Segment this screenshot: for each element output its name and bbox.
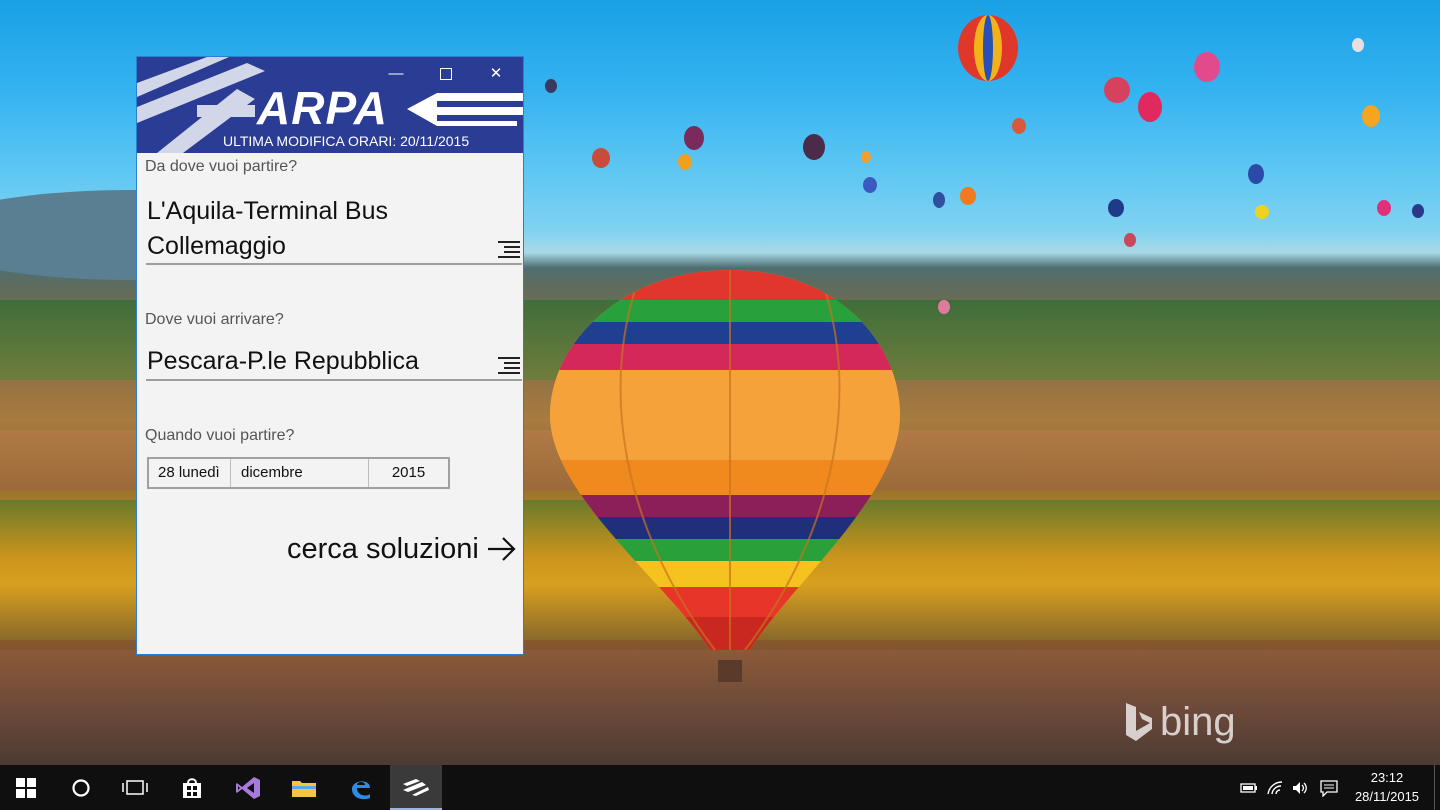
from-underline — [146, 263, 522, 265]
bing-watermark: bing — [1122, 700, 1236, 745]
file-explorer-icon — [292, 780, 316, 797]
volume-icon[interactable] — [1291, 780, 1309, 796]
search-solutions-button[interactable]: cerca soluzioni — [287, 529, 519, 569]
task-view-icon — [122, 779, 148, 795]
task-view-button[interactable] — [111, 765, 159, 810]
arpa-app-window: ARPA — ✕ ULTIMA MODIFICA ORARI: 20/11/20… — [136, 56, 524, 655]
windows-logo-icon — [16, 777, 36, 798]
to-list-icon[interactable] — [498, 357, 520, 374]
start-button[interactable] — [2, 765, 50, 810]
wifi-icon[interactable] — [1266, 780, 1284, 796]
edge-button[interactable] — [337, 765, 385, 810]
bing-text: bing — [1160, 700, 1236, 744]
from-value-line1: L'Aquila-Terminal Bus — [147, 197, 388, 225]
battery-plugged-icon[interactable] — [1238, 781, 1258, 795]
large-balloon — [550, 270, 900, 682]
date-day[interactable]: 28 lunedì — [149, 459, 231, 487]
minimize-icon: — — [388, 65, 404, 82]
to-field[interactable]: Pescara-P.le Repubblica — [137, 344, 523, 384]
arrow-right-icon — [487, 537, 516, 561]
bing-logo-icon — [1126, 702, 1152, 741]
maximize-icon — [440, 68, 452, 81]
maximize-button[interactable] — [423, 63, 469, 85]
date-label: Quando vuoi partire? — [145, 427, 295, 444]
action-center-icon[interactable] — [1319, 779, 1339, 797]
arpa-app-taskbar-button[interactable] — [390, 765, 442, 810]
from-value-line2: Collemaggio — [147, 232, 286, 260]
date-month[interactable]: dicembre — [231, 459, 369, 487]
visual-studio-button[interactable] — [224, 765, 272, 810]
search-solutions-label: cerca soluzioni — [287, 532, 479, 565]
schedule-update-banner: ULTIMA MODIFICA ORARI: 20/11/2015 — [223, 133, 470, 149]
store-button[interactable] — [168, 765, 216, 810]
from-label: Da dove vuoi partire? — [145, 158, 298, 175]
edge-icon — [352, 780, 370, 799]
to-underline — [146, 379, 522, 381]
from-field[interactable]: L'Aquila-Terminal Bus Collemaggio — [137, 191, 523, 267]
arpa-logo-text: ARPA — [257, 82, 388, 134]
minimize-button[interactable]: — — [373, 63, 419, 85]
cortana-icon — [72, 778, 90, 797]
taskbar: 23:12 28/11/2015 — [0, 765, 1440, 810]
clock-date[interactable]: 28/11/2015 — [1350, 789, 1424, 804]
app-header: ARPA — ✕ ULTIMA MODIFICA ORARI: 20/11/20… — [137, 57, 523, 153]
arpa-app-icon — [403, 778, 429, 796]
file-explorer-button[interactable] — [280, 765, 328, 810]
to-label: Dove vuoi arrivare? — [145, 311, 284, 328]
store-icon — [183, 777, 201, 798]
cortana-button[interactable] — [57, 765, 105, 810]
to-value: Pescara-P.le Repubblica — [147, 347, 419, 375]
date-picker[interactable]: 28 lunedì dicembre 2015 — [147, 457, 450, 489]
show-desktop-button[interactable] — [1434, 765, 1440, 810]
date-year[interactable]: 2015 — [369, 459, 448, 487]
clock-time[interactable]: 23:12 — [1350, 770, 1424, 785]
close-button[interactable]: ✕ — [473, 63, 519, 85]
close-icon: ✕ — [489, 65, 503, 82]
visual-studio-icon — [236, 776, 260, 799]
from-list-icon[interactable] — [498, 241, 520, 258]
